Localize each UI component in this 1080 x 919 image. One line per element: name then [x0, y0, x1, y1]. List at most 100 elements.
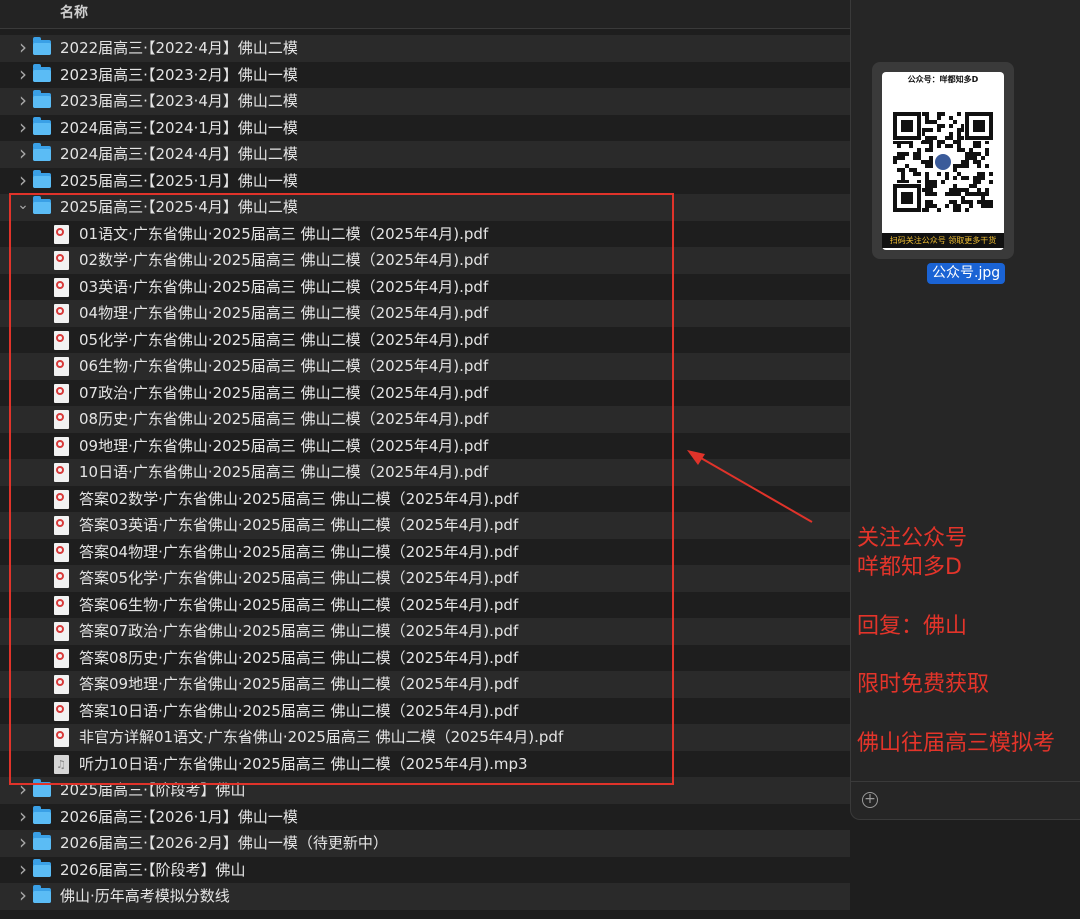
chevron-right-icon[interactable]: › — [16, 88, 30, 113]
pdf-file-icon — [54, 224, 69, 244]
pdf-file-icon — [54, 357, 69, 376]
qr-image: 公众号：咩都知多D 扫码关注公众号 领取更多干货 — [882, 72, 1004, 250]
folder-icon — [33, 169, 51, 188]
pdf-file-icon — [54, 410, 69, 429]
folder-row[interactable]: › 2026届高三·【2026·1月】佛山一模 — [0, 803, 850, 830]
chevron-right-icon[interactable]: › — [16, 883, 30, 908]
chevron-right-icon[interactable]: › — [16, 115, 30, 140]
file-row[interactable]: 06生物·广东省佛山·2025届高三 佛山二模（2025年4月).pdf — [0, 353, 850, 380]
file-row[interactable]: 答案10日语·广东省佛山·2025届高三 佛山二模（2025年4月).pdf — [0, 697, 850, 724]
preview-thumbnail[interactable]: 公众号：咩都知多D 扫码关注公众号 领取更多干货 — [872, 62, 1014, 259]
file-row[interactable]: 答案02数学·广东省佛山·2025届高三 佛山二模（2025年4月).pdf — [0, 485, 850, 512]
file-row[interactable]: 答案07政治·广东省佛山·2025届高三 佛山二模（2025年4月).pdf — [0, 618, 850, 645]
plus-circle-icon[interactable]: + — [862, 792, 878, 808]
row-label: 2023届高三·【2023·2月】佛山一模 — [60, 65, 298, 84]
chevron-down-icon[interactable]: ⌄ — [16, 194, 30, 216]
row-label: 2026届高三·【2026·1月】佛山一模 — [60, 807, 298, 826]
chevron-right-icon[interactable]: › — [16, 62, 30, 87]
folder-row[interactable]: › 2025届高三·【阶段考】佛山 — [0, 777, 850, 804]
file-row[interactable]: 答案06生物·广东省佛山·2025届高三 佛山二模（2025年4月).pdf — [0, 591, 850, 618]
file-row[interactable]: 答案03英语·广东省佛山·2025届高三 佛山二模（2025年4月).pdf — [0, 512, 850, 539]
chevron-right-icon[interactable]: › — [16, 830, 30, 855]
qr-code-graphic — [892, 111, 994, 213]
row-label: 2025届高三·【2025·4月】佛山二模 — [60, 198, 298, 216]
annotation-line: 咩都知多D — [857, 555, 962, 580]
file-row[interactable]: 05化学·广东省佛山·2025届高三 佛山二模（2025年4月).pdf — [0, 326, 850, 353]
audio-file-icon — [54, 752, 69, 778]
row-label: 2026届高三·【2026·2月】佛山一模（待更新中） — [60, 834, 388, 852]
file-row[interactable]: 08历史·广东省佛山·2025届高三 佛山二模（2025年4月).pdf — [0, 406, 850, 433]
row-label: 10日语·广东省佛山·2025届高三 佛山二模（2025年4月).pdf — [79, 463, 489, 481]
annotation-line: 限时免费获取 — [857, 672, 990, 697]
folder-icon — [33, 143, 51, 161]
folder-row[interactable]: ⌄ 2025届高三·【2025·4月】佛山二模 — [0, 194, 850, 221]
folder-row[interactable]: › 2026届高三·【2026·2月】佛山一模（待更新中） — [0, 830, 850, 857]
file-row[interactable]: 03英语·广东省佛山·2025届高三 佛山二模（2025年4月).pdf — [0, 273, 850, 300]
folder-row[interactable]: › 佛山·历年高考模拟分数线 — [0, 883, 850, 910]
chevron-right-icon[interactable]: › — [16, 777, 30, 802]
chevron-right-icon[interactable]: › — [16, 168, 30, 193]
file-row[interactable]: 非官方详解01语文·广东省佛山·2025届高三 佛山二模（2025年4月).pd… — [0, 724, 850, 751]
preview-filename[interactable]: 公众号.jpg — [927, 263, 1006, 284]
row-label: 非官方详解01语文·广东省佛山·2025届高三 佛山二模（2025年4月).pd… — [79, 728, 564, 746]
file-row[interactable]: 答案04物理·广东省佛山·2025届高三 佛山二模（2025年4月).pdf — [0, 538, 850, 565]
row-label: 听力10日语·广东省佛山·2025届高三 佛山二模（2025年4月).mp3 — [79, 754, 528, 773]
row-label: 答案05化学·广东省佛山·2025届高三 佛山二模（2025年4月).pdf — [79, 569, 519, 587]
file-row[interactable]: 07政治·广东省佛山·2025届高三 佛山二模（2025年4月).pdf — [0, 379, 850, 406]
file-row[interactable]: 01语文·广东省佛山·2025届高三 佛山二模（2025年4月).pdf — [0, 220, 850, 247]
file-row[interactable]: 答案09地理·广东省佛山·2025届高三 佛山二模（2025年4月).pdf — [0, 671, 850, 698]
pdf-file-icon — [54, 648, 69, 668]
row-label: 2024届高三·【2024·4月】佛山二模 — [60, 145, 298, 163]
qr-bottom-text: 扫码关注公众号 领取更多干货 — [882, 233, 1004, 248]
file-row[interactable]: 09地理·广东省佛山·2025届高三 佛山二模（2025年4月).pdf — [0, 432, 850, 459]
folder-row[interactable]: › 2024届高三·【2024·1月】佛山一模 — [0, 114, 850, 141]
chevron-right-icon[interactable]: › — [16, 141, 30, 166]
chevron-right-icon[interactable]: › — [16, 35, 30, 60]
chevron-right-icon[interactable]: › — [16, 857, 30, 882]
row-label: 答案09地理·广东省佛山·2025届高三 佛山二模（2025年4月).pdf — [79, 675, 519, 693]
pdf-file-icon — [54, 542, 69, 562]
row-label: 佛山·历年高考模拟分数线 — [60, 887, 230, 905]
folder-icon — [33, 37, 51, 55]
file-row[interactable]: 答案05化学·广东省佛山·2025届高三 佛山二模（2025年4月).pdf — [0, 565, 850, 592]
row-label: 答案10日语·广东省佛山·2025届高三 佛山二模（2025年4月).pdf — [79, 701, 519, 720]
file-row[interactable]: 听力10日语·广东省佛山·2025届高三 佛山二模（2025年4月).mp3 — [0, 750, 850, 778]
row-label: 08历史·广东省佛山·2025届高三 佛山二模（2025年4月).pdf — [79, 410, 489, 428]
pdf-file-icon — [54, 251, 69, 270]
pdf-file-icon — [54, 436, 69, 456]
folder-row[interactable]: › 2023届高三·【2023·2月】佛山一模 — [0, 61, 850, 88]
row-label: 2025届高三·【2025·1月】佛山一模 — [60, 171, 298, 190]
row-label: 2023届高三·【2023·4月】佛山二模 — [60, 92, 298, 110]
file-row[interactable]: 04物理·广东省佛山·2025届高三 佛山二模（2025年4月).pdf — [0, 300, 850, 327]
chevron-right-icon[interactable]: › — [16, 804, 30, 829]
pdf-file-icon — [54, 701, 69, 721]
row-label: 2024届高三·【2024·1月】佛山一模 — [60, 118, 298, 137]
pdf-file-icon — [54, 622, 69, 641]
pdf-file-icon — [54, 728, 69, 747]
folder-icon — [33, 116, 51, 135]
folder-row[interactable]: › 2024届高三·【2024·4月】佛山二模 — [0, 141, 850, 168]
file-row[interactable]: 答案08历史·广东省佛山·2025届高三 佛山二模（2025年4月).pdf — [0, 644, 850, 671]
folder-icon — [33, 63, 51, 82]
folder-row[interactable]: › 2026届高三·【阶段考】佛山 — [0, 856, 850, 883]
file-row[interactable]: 10日语·广东省佛山·2025届高三 佛山二模（2025年4月).pdf — [0, 459, 850, 486]
file-row[interactable]: 02数学·广东省佛山·2025届高三 佛山二模（2025年4月).pdf — [0, 247, 850, 274]
pdf-file-icon — [54, 383, 69, 403]
folder-row[interactable]: › 2022届高三·【2022·4月】佛山二模 — [0, 35, 850, 62]
row-label: 01语文·广东省佛山·2025届高三 佛山二模（2025年4月).pdf — [79, 224, 489, 243]
row-label: 05化学·广东省佛山·2025届高三 佛山二模（2025年4月).pdf — [79, 330, 489, 349]
column-header-name[interactable]: 名称 — [60, 2, 88, 22]
row-label: 答案06生物·广东省佛山·2025届高三 佛山二模（2025年4月).pdf — [79, 595, 519, 614]
row-label: 答案03英语·广东省佛山·2025届高三 佛山二模（2025年4月).pdf — [79, 516, 519, 534]
folder-icon — [33, 805, 51, 824]
list-header: 名称 — [0, 0, 850, 29]
folder-row[interactable]: › 2023届高三·【2023·4月】佛山二模 — [0, 88, 850, 115]
folder-row[interactable]: › 2025届高三·【2025·1月】佛山一模 — [0, 167, 850, 194]
qr-top-text: 公众号：咩都知多D — [907, 75, 979, 84]
folder-icon — [33, 779, 51, 797]
row-label: 2022届高三·【2022·4月】佛山二模 — [60, 39, 298, 57]
row-label: 03英语·广东省佛山·2025届高三 佛山二模（2025年4月).pdf — [79, 277, 489, 296]
row-label: 答案08历史·广东省佛山·2025届高三 佛山二模（2025年4月).pdf — [79, 648, 519, 667]
folder-icon — [33, 885, 51, 903]
pdf-file-icon — [54, 489, 69, 509]
